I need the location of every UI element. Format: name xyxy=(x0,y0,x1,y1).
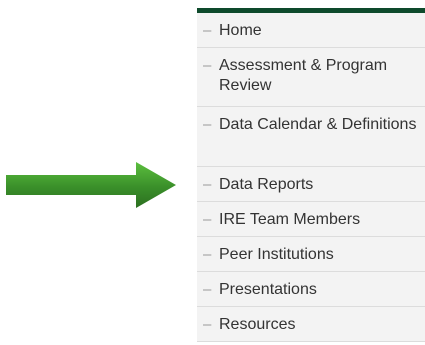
sidebar-item-data-calendar-definitions[interactable]: – Data Calendar & Definitions xyxy=(197,107,425,167)
dash-icon: – xyxy=(203,22,212,39)
sidebar-item-resources[interactable]: – Resources xyxy=(197,307,425,342)
dash-icon: – xyxy=(203,316,212,333)
sidebar-item-assessment-program-review[interactable]: – Assessment & Program Review xyxy=(197,48,425,107)
sidebar-item-label: Peer Institutions xyxy=(219,246,334,263)
sidebar-item-presentations[interactable]: – Presentations xyxy=(197,272,425,307)
sidebar-item-label: Data Calendar & Definitions xyxy=(219,116,417,133)
sidebar-item-label: IRE Team Members xyxy=(219,211,361,228)
nav-list: – Home – Assessment & Program Review – D… xyxy=(197,13,425,342)
sidebar-nav: – Home – Assessment & Program Review – D… xyxy=(197,8,425,342)
right-arrow-icon xyxy=(6,162,176,208)
dash-icon: – xyxy=(203,281,212,298)
sidebar-item-label: Presentations xyxy=(219,281,317,298)
sidebar-item-label: Assessment & Program Review xyxy=(219,57,388,94)
dash-icon: – xyxy=(203,176,212,193)
sidebar-item-label: Resources xyxy=(219,316,296,333)
dash-icon: – xyxy=(203,246,212,263)
sidebar-item-peer-institutions[interactable]: – Peer Institutions xyxy=(197,237,425,272)
sidebar-item-ire-team-members[interactable]: – IRE Team Members xyxy=(197,202,425,237)
sidebar-item-data-reports[interactable]: – Data Reports xyxy=(197,167,425,202)
sidebar-item-home[interactable]: – Home xyxy=(197,13,425,48)
dash-icon: – xyxy=(203,116,212,133)
sidebar-item-label: Home xyxy=(219,22,262,39)
dash-icon: – xyxy=(203,211,212,228)
dash-icon: – xyxy=(203,57,212,74)
sidebar-item-label: Data Reports xyxy=(219,176,314,193)
